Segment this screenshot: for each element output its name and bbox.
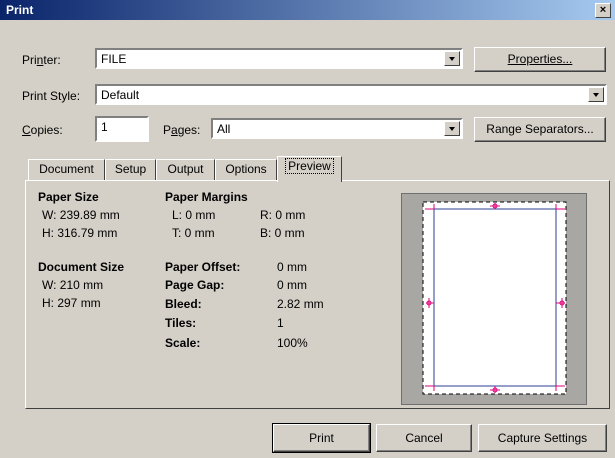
chevron-down-icon[interactable] [444, 121, 460, 136]
properties-button[interactable]: Properties... [474, 47, 606, 72]
paper-offset-label: Paper Offset: [165, 260, 241, 274]
margin-right: R: 0 mm [260, 208, 306, 222]
tiles-label: Tiles: [165, 316, 197, 330]
margin-top: T: 0 mm [172, 226, 215, 240]
cancel-button[interactable]: Cancel [376, 424, 472, 452]
title-bar [0, 0, 615, 20]
margin-left: L: 0 mm [172, 208, 216, 222]
document-outline [433, 208, 557, 387]
tab-setup[interactable]: Setup [105, 159, 156, 180]
range-separators-button[interactable]: Range Separators... [474, 117, 606, 142]
pages-label: Pages: [163, 123, 201, 137]
printer-label: Printer: [22, 53, 61, 67]
scale-value: 100% [277, 336, 308, 350]
copies-label: Copies: [22, 123, 63, 137]
tiles-value: 1 [277, 316, 284, 330]
close-button[interactable]: × [595, 3, 611, 18]
printer-select[interactable]: FILE [95, 48, 463, 69]
copies-input[interactable]: 1 [95, 116, 149, 142]
scale-label: Scale: [165, 336, 201, 350]
tab-output[interactable]: Output [156, 159, 215, 180]
paper-size-height: H: 316.79 mm [42, 226, 118, 240]
paper-size-width: W: 239.89 mm [42, 208, 120, 222]
capture-settings-button[interactable]: Capture Settings [478, 424, 607, 452]
page-gap-label: Page Gap: [165, 278, 225, 292]
pages-select[interactable]: All [211, 118, 463, 139]
chevron-down-icon[interactable] [444, 51, 460, 66]
paper-offset-value: 0 mm [277, 260, 307, 274]
print-style-value: Default [101, 88, 140, 102]
tab-document[interactable]: Document [28, 159, 105, 180]
window-title: Print [6, 3, 34, 17]
page-preview [401, 193, 587, 405]
page-gap-value: 0 mm [277, 278, 307, 292]
paper-margins-heading: Paper Margins [165, 190, 248, 204]
close-icon: × [599, 4, 607, 16]
page-preview-graphic [422, 201, 567, 395]
bleed-value: 2.82 mm [277, 297, 324, 311]
print-button[interactable]: Print [272, 423, 371, 453]
paper-size-heading: Paper Size [38, 190, 99, 204]
printer-value: FILE [101, 52, 127, 66]
document-size-width: W: 210 mm [42, 278, 104, 292]
print-style-select[interactable]: Default [95, 84, 607, 105]
margin-bottom: B: 0 mm [260, 226, 305, 240]
pages-value: All [217, 122, 231, 136]
tab-preview[interactable]: Preview [277, 156, 342, 182]
chevron-down-icon[interactable] [588, 87, 604, 102]
print-style-label: Print Style: [22, 89, 81, 103]
document-size-heading: Document Size [38, 260, 125, 274]
tab-options[interactable]: Options [215, 159, 277, 180]
document-size-height: H: 297 mm [42, 296, 101, 310]
bleed-label: Bleed: [165, 297, 202, 311]
